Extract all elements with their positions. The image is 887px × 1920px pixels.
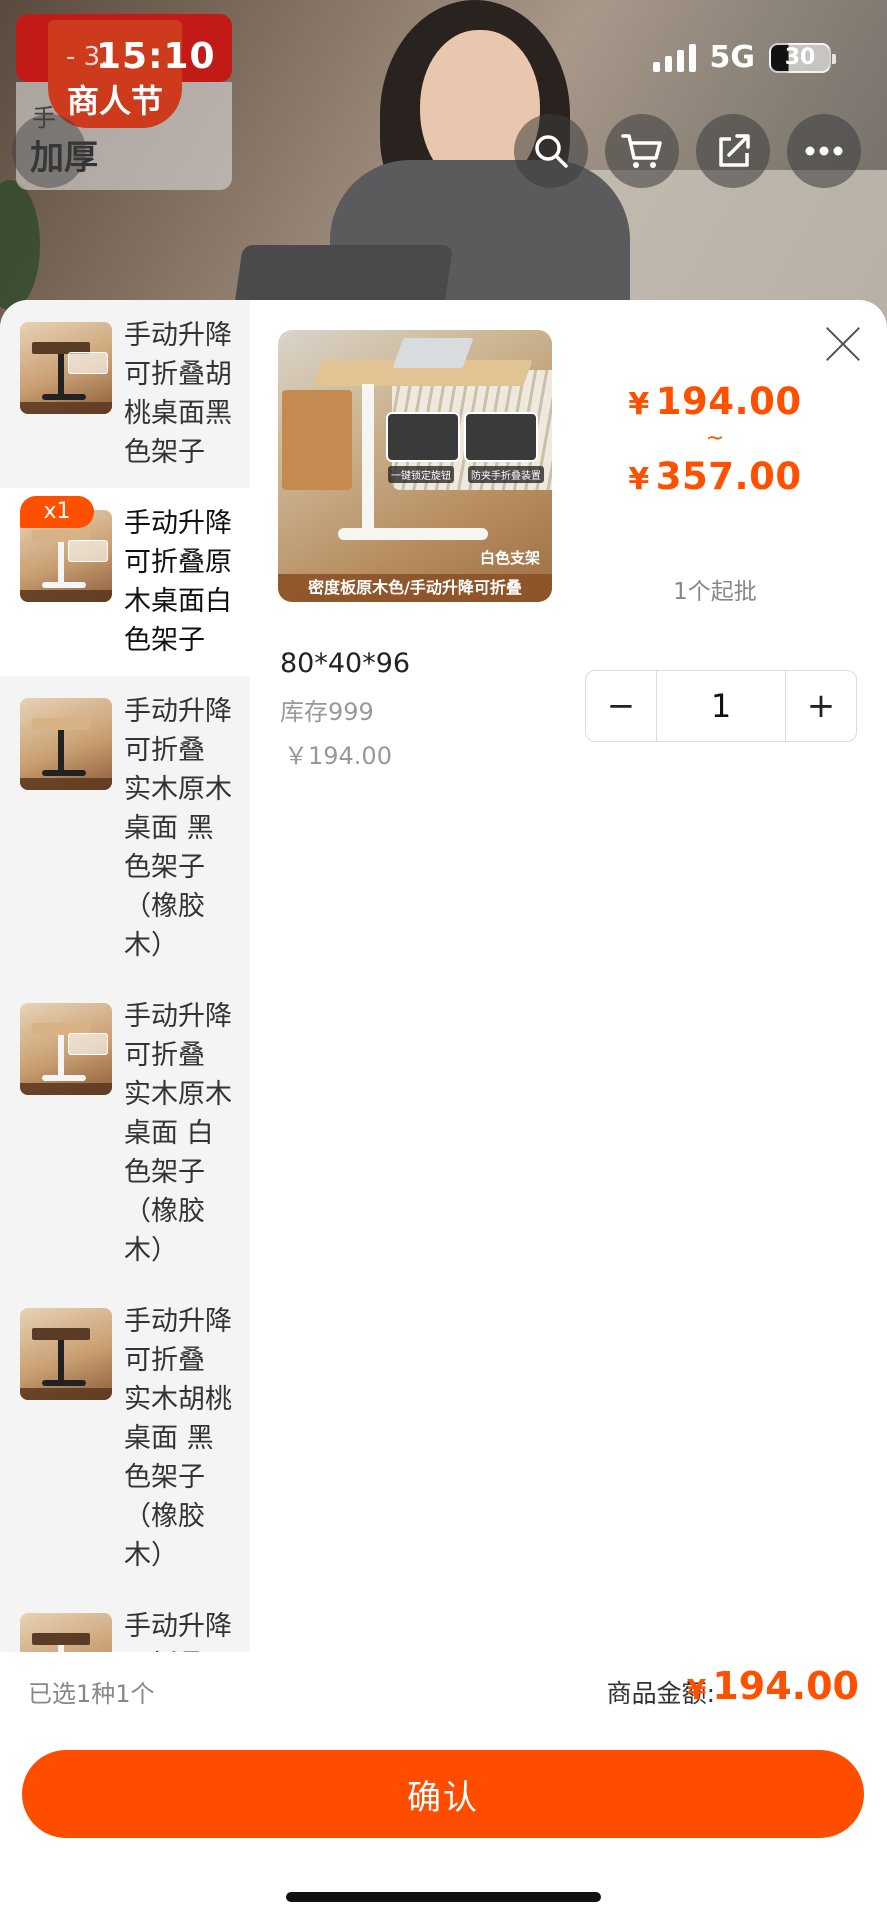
price-separator: ~ [705, 426, 725, 451]
variant-label: 手动升降可折叠 实木胡桃桌面 白色架子（橡胶 [124, 1611, 232, 1652]
increase-button[interactable]: + [786, 671, 856, 741]
sheet-footer: 已选1种1个 商品金额: ¥194.00 确认 [0, 1652, 887, 1920]
close-icon[interactable] [823, 324, 863, 364]
variant-thumbnail [20, 1308, 112, 1400]
network-type: 5G [709, 40, 756, 75]
battery-level: 30 [784, 45, 816, 70]
variant-list[interactable]: 手动升降可折叠胡桃桌面黑色架子 x1 手动升降可折叠原木桌面白色架子 手动升降可… [0, 300, 250, 1652]
status-time: 15:10 [96, 36, 216, 77]
signal-icon [652, 43, 696, 72]
status-icons: 5G 30 [652, 40, 836, 75]
unit-price: ￥194.00 [284, 742, 392, 770]
selected-variant-image[interactable]: 一键锁定旋钮 防夹手折叠装置 白色支架 密度板原木色/手动升降可折叠 [278, 330, 552, 602]
cart-icon [621, 134, 662, 168]
stock-count: 库存999 [280, 698, 374, 726]
price-range: ¥194.00 ~ ¥357.00 [590, 380, 840, 498]
variant-item-selected[interactable]: x1 手动升降可折叠原木桌面白色架子 [0, 488, 250, 676]
total-amount: ¥194.00 [686, 1664, 859, 1708]
variant-label: 手动升降可折叠胡桃桌面黑色架子 [124, 320, 232, 468]
decrease-button[interactable]: − [586, 671, 656, 741]
image-caption: 密度板原木色/手动升降可折叠 [278, 574, 552, 602]
variant-item[interactable]: 手动升降可折叠 实木胡桃桌面 黑色架子（橡胶木） [0, 1286, 250, 1591]
inset-caption-fold: 防夹手折叠装置 [468, 466, 544, 483]
more-icon [805, 146, 843, 156]
share-button[interactable] [696, 114, 770, 188]
variant-thumbnail [20, 322, 112, 414]
cart-button[interactable] [605, 114, 679, 188]
price-max: ¥357.00 [628, 455, 802, 498]
festival-label: 商人节 [66, 82, 163, 120]
variant-label: 手动升降可折叠 实木原木桌面 白色架子（橡胶木） [124, 1001, 232, 1266]
variant-thumbnail [20, 1003, 112, 1095]
variant-item[interactable]: 手动升降可折叠 实木原木桌面 白色架子（橡胶木） [0, 981, 250, 1286]
share-icon [719, 134, 750, 167]
variant-label: 手动升降可折叠 实木原木桌面 黑色架子（橡胶木） [124, 696, 232, 961]
sku-selector-sheet: 手动升降可折叠胡桃桌面黑色架子 x1 手动升降可折叠原木桌面白色架子 手动升降可… [0, 300, 887, 1920]
selected-summary: 已选1种1个 [28, 1680, 155, 1708]
price-min: ¥194.00 [628, 380, 802, 423]
battery-icon: 30 [769, 42, 836, 73]
back-button[interactable] [12, 114, 86, 188]
home-indicator[interactable] [286, 1892, 601, 1902]
variant-label: 手动升降可折叠原木桌面白色架子 [124, 508, 232, 656]
quantity-stepper: − 1 + [585, 670, 857, 742]
variant-item[interactable]: 手动升降可折叠 实木原木桌面 黑色架子（橡胶木） [0, 676, 250, 981]
confirm-button[interactable]: 确认 [22, 1750, 864, 1838]
variant-thumbnail [20, 698, 112, 790]
variant-qty-badge: x1 [20, 496, 94, 528]
image-tag: 白色支架 [479, 549, 540, 567]
quantity-input[interactable]: 1 [656, 671, 786, 741]
inset-caption-knob: 一键锁定旋钮 [388, 466, 454, 483]
variant-thumbnail [20, 1613, 112, 1652]
search-button[interactable] [514, 114, 588, 188]
plant-decoration [0, 180, 40, 310]
search-icon [535, 135, 568, 168]
spec-size: 80*40*96 [280, 648, 411, 679]
variant-item[interactable]: 手动升降可折叠 实木胡桃桌面 白色架子（橡胶 [0, 1591, 250, 1652]
more-button[interactable] [787, 114, 861, 188]
variant-label: 手动升降可折叠 实木胡桃桌面 黑色架子（橡胶木） [124, 1306, 232, 1571]
variant-item[interactable]: 手动升降可折叠胡桃桌面黑色架子 [0, 300, 250, 488]
min-order-qty: 1个起批 [673, 579, 757, 605]
